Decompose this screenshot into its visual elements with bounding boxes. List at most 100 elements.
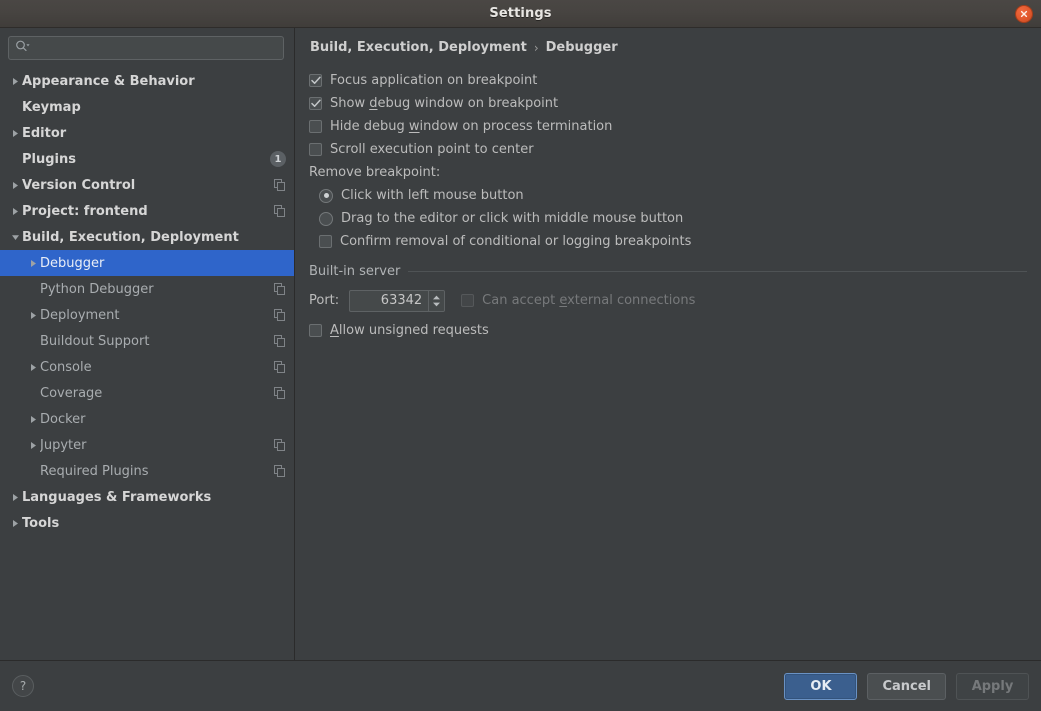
group-divider [408, 271, 1027, 272]
checkbox-option-2[interactable]: Hide debug window on process termination [309, 115, 1027, 138]
copy-settings-icon[interactable] [274, 309, 286, 321]
checkbox-icon[interactable] [309, 143, 322, 156]
chevron-right-icon[interactable] [8, 519, 22, 528]
port-stepper-arrows[interactable] [428, 290, 445, 311]
checkbox-icon[interactable] [309, 120, 322, 133]
radio-option-1[interactable]: Drag to the editor or click with middle … [309, 207, 1027, 230]
chevron-right-icon[interactable] [8, 129, 22, 138]
chevron-right-icon[interactable] [8, 493, 22, 502]
copy-settings-icon[interactable] [274, 335, 286, 347]
sidebar-item-buildout-support[interactable]: Buildout Support [0, 328, 294, 354]
copy-settings-icon[interactable] [274, 179, 286, 191]
sidebar-item-debugger[interactable]: Debugger [0, 250, 294, 276]
sidebar-item-plugins[interactable]: Plugins 1 [0, 146, 294, 172]
option-label: Show debug window on breakpoint [330, 96, 559, 111]
sidebar-item-coverage[interactable]: Coverage [0, 380, 294, 406]
help-button[interactable]: ? [12, 675, 34, 697]
search-box[interactable] [8, 36, 284, 60]
chevron-down-icon [433, 302, 441, 306]
checkbox-icon[interactable] [319, 235, 332, 248]
chevron-right-icon [12, 207, 18, 215]
chevron-down-icon [11, 234, 19, 240]
copy-settings-icon[interactable] [274, 283, 286, 295]
sidebar-item-label: Debugger [40, 255, 105, 271]
port-row: Port: Can accept external connections [309, 288, 1027, 313]
remove-breakpoint-radio-group: Click with left mouse button Drag to the … [309, 184, 1027, 230]
sidebar-item-label: Python Debugger [40, 281, 154, 297]
ok-button[interactable]: OK [784, 672, 858, 700]
chevron-right-icon [12, 129, 18, 137]
search-input[interactable] [30, 38, 283, 58]
sidebar-item-docker[interactable]: Docker [0, 406, 294, 432]
copy-settings-icon[interactable] [274, 439, 286, 451]
sidebar-item-version-control[interactable]: Version Control [0, 172, 294, 198]
copy-settings-icon[interactable] [274, 465, 286, 477]
chevron-right-icon[interactable] [8, 207, 22, 216]
sidebar-item-keymap[interactable]: Keymap [0, 94, 294, 120]
radio-icon[interactable] [319, 211, 333, 226]
sidebar-item-python-debugger[interactable]: Python Debugger [0, 276, 294, 302]
search-container [0, 28, 294, 66]
chevron-right-icon [12, 493, 18, 501]
chevron-right-icon[interactable] [26, 363, 40, 372]
chevron-right-icon[interactable] [26, 415, 40, 424]
sidebar-item-label: Jupyter [40, 437, 87, 453]
chevron-up-icon [433, 295, 441, 299]
chevron-down-icon[interactable] [8, 233, 22, 242]
sidebar-item-jupyter[interactable]: Jupyter [0, 432, 294, 458]
checkbox-icon [461, 294, 475, 307]
radio-icon[interactable] [319, 188, 333, 203]
sidebar-item-label: Coverage [40, 385, 103, 401]
checkbox-option-3[interactable]: Scroll execution point to center [309, 138, 1027, 161]
allow-unsigned-checkbox[interactable]: Allow unsigned requests [309, 319, 1027, 342]
copy-settings-icon[interactable] [274, 205, 286, 217]
radio-option-0[interactable]: Click with left mouse button [309, 184, 1027, 207]
sidebar-item-label: Console [40, 359, 92, 375]
option-label: Confirm removal of conditional or loggin… [340, 234, 692, 249]
sidebar-item-console[interactable]: Console [0, 354, 294, 380]
checkbox-icon[interactable] [309, 74, 322, 87]
remove-breakpoint-label: Remove breakpoint: [309, 165, 441, 180]
breadcrumb-separator-icon: › [533, 40, 539, 55]
checkbox-option-0[interactable]: Focus application on breakpoint [309, 69, 1027, 92]
port-input[interactable] [350, 290, 429, 311]
chevron-right-icon[interactable] [8, 181, 22, 190]
sidebar-item-badge: 1 [270, 151, 286, 167]
sidebar-item-label: Build, Execution, Deployment [22, 229, 239, 245]
sidebar-item-build-execution-deployment[interactable]: Build, Execution, Deployment [0, 224, 294, 250]
checkbox-icon[interactable] [309, 97, 322, 110]
checkbox-icon[interactable] [309, 324, 322, 337]
search-icon [15, 40, 30, 57]
settings-tree: Appearance & Behavior Keymap Editor Plugins… [0, 66, 294, 660]
chevron-right-icon [12, 77, 18, 85]
sidebar-item-deployment[interactable]: Deployment [0, 302, 294, 328]
chevron-right-icon[interactable] [26, 441, 40, 450]
chevron-right-icon[interactable] [8, 77, 22, 86]
chevron-right-icon[interactable] [26, 259, 40, 268]
sidebar-item-languages-frameworks[interactable]: Languages & Frameworks [0, 484, 294, 510]
builtin-server-group-header: Built-in server [309, 264, 1027, 279]
chevron-right-icon [30, 363, 36, 371]
breadcrumb-parent[interactable]: Build, Execution, Deployment [310, 40, 527, 55]
copy-settings-icon[interactable] [274, 361, 286, 373]
sidebar-item-required-plugins[interactable]: Required Plugins [0, 458, 294, 484]
sidebar-item-project-frontend[interactable]: Project: frontend [0, 198, 294, 224]
chevron-right-icon [30, 311, 36, 319]
sidebar-item-editor[interactable]: Editor [0, 120, 294, 146]
window-title: Settings [489, 6, 552, 21]
sidebar-item-label: Keymap [22, 99, 81, 115]
apply-button[interactable]: Apply [956, 672, 1029, 700]
sidebar-item-tools[interactable]: Tools [0, 510, 294, 536]
chevron-right-icon [12, 519, 18, 527]
port-stepper[interactable] [349, 289, 446, 312]
close-icon[interactable] [1015, 5, 1033, 23]
allow-unsigned-row: Allow unsigned requests [309, 319, 1027, 342]
chevron-right-icon[interactable] [26, 311, 40, 320]
confirm-removal-checkbox[interactable]: Confirm removal of conditional or loggin… [309, 230, 1027, 253]
cancel-button[interactable]: Cancel [867, 672, 946, 700]
breadcrumb: Build, Execution, Deployment › Debugger [310, 40, 1027, 55]
sidebar-item-appearance-behavior[interactable]: Appearance & Behavior [0, 68, 294, 94]
dialog-body: Appearance & Behavior Keymap Editor Plugins… [0, 28, 1041, 661]
checkbox-option-1[interactable]: Show debug window on breakpoint [309, 92, 1027, 115]
copy-settings-icon[interactable] [274, 387, 286, 399]
